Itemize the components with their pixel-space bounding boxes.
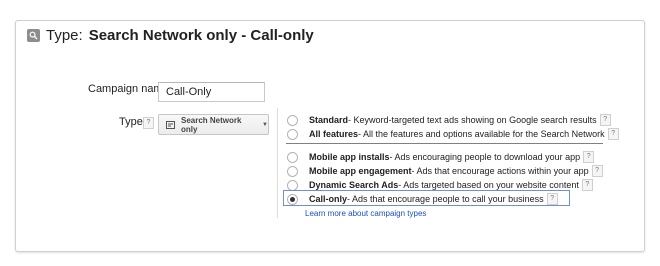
option-call-only-title: Call-only bbox=[309, 194, 348, 204]
option-standard[interactable]: Standard - Keyword-targeted text ads sho… bbox=[287, 114, 611, 126]
option-dynamic-search-ads-title: Dynamic Search Ads bbox=[309, 180, 399, 190]
help-icon[interactable]: ? bbox=[591, 165, 603, 177]
chevron-down-icon: ▼ bbox=[262, 121, 268, 128]
type-dropdown-value: Search Network only bbox=[181, 115, 242, 134]
option-mobile-app-installs[interactable]: Mobile app installs - Ads encouraging pe… bbox=[287, 151, 595, 163]
option-mobile-app-installs-title: Mobile app installs bbox=[309, 152, 390, 162]
option-mobile-app-installs-desc: - Ads encouraging people to download you… bbox=[389, 152, 581, 162]
radio-call-only[interactable] bbox=[287, 193, 298, 205]
help-icon[interactable]: ? bbox=[583, 151, 595, 163]
option-standard-desc: - Keyword-targeted text ads showing on G… bbox=[348, 115, 597, 125]
campaign-name-input[interactable] bbox=[158, 82, 265, 102]
type-dropdown[interactable]: Search Network only ▼ bbox=[158, 114, 269, 135]
option-all-features-desc: - All the features and options available… bbox=[358, 129, 605, 139]
options-divider-vertical bbox=[277, 108, 278, 218]
radio-all-features[interactable] bbox=[287, 128, 298, 140]
option-all-features[interactable]: All features - All the features and opti… bbox=[287, 128, 619, 140]
title-prefix: Type: bbox=[46, 27, 83, 44]
search-network-icon bbox=[166, 120, 175, 129]
title-value: Search Network only - Call-only bbox=[88, 27, 314, 44]
radio-dynamic-search-ads[interactable] bbox=[287, 179, 298, 191]
learn-more-link[interactable]: Learn more about campaign types bbox=[305, 209, 426, 218]
type-help-icon[interactable]: ? bbox=[143, 117, 154, 129]
option-all-features-title: All features bbox=[309, 129, 359, 139]
type-label: Type bbox=[119, 116, 143, 128]
help-icon[interactable]: ? bbox=[581, 179, 593, 191]
radio-mobile-app-installs[interactable] bbox=[287, 151, 298, 163]
option-call-only-desc: - Ads that encourage people to call your… bbox=[347, 194, 544, 204]
option-mobile-app-engagement-title: Mobile app engagement bbox=[309, 166, 412, 176]
option-mobile-app-engagement[interactable]: Mobile app engagement - Ads that encoura… bbox=[287, 165, 603, 177]
radio-mobile-app-engagement[interactable] bbox=[287, 165, 298, 177]
help-icon[interactable]: ? bbox=[607, 128, 619, 140]
option-standard-title: Standard bbox=[309, 115, 349, 125]
search-icon bbox=[27, 29, 40, 42]
section-title: Type: Search Network only - Call-only bbox=[27, 27, 314, 44]
radio-standard[interactable] bbox=[287, 114, 298, 126]
options-separator bbox=[286, 143, 603, 144]
option-mobile-app-engagement-desc: - Ads that encourage actions within your… bbox=[411, 166, 589, 176]
option-call-only[interactable]: Call-only - Ads that encourage people to… bbox=[287, 193, 558, 205]
help-icon[interactable]: ? bbox=[546, 193, 558, 205]
option-dynamic-search-ads-desc: - Ads targeted based on your website con… bbox=[398, 180, 579, 190]
help-icon[interactable]: ? bbox=[599, 114, 611, 126]
campaign-name-label: Campaign name bbox=[88, 83, 169, 95]
